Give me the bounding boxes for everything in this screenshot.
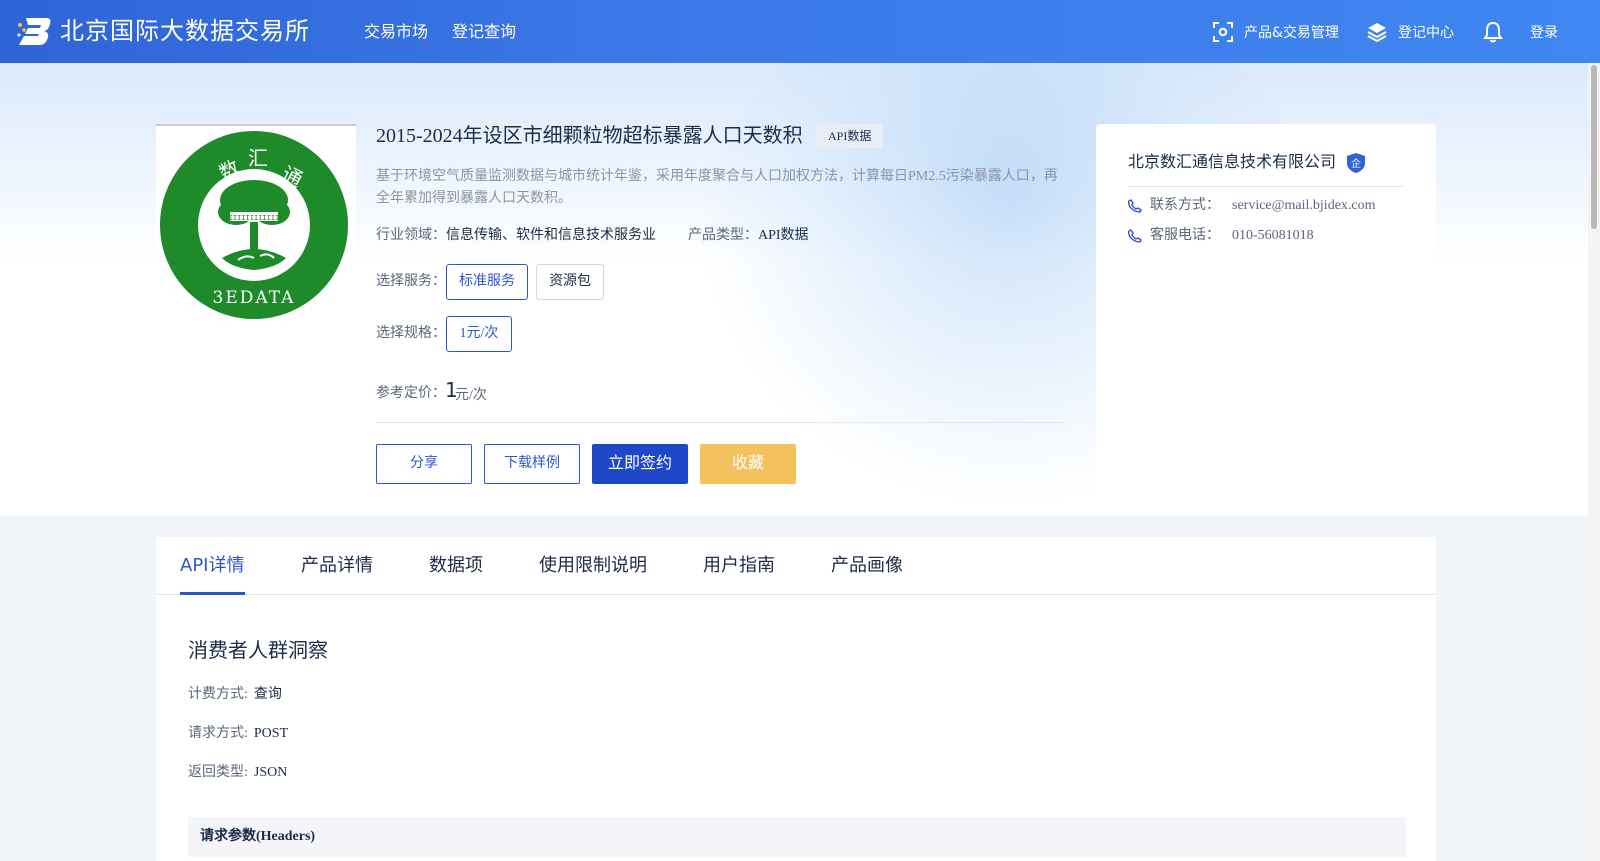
service-option-standard[interactable]: 标准服务 bbox=[446, 264, 528, 300]
seller-contact-row: 联系方式： service@mail.bjidex.com bbox=[1128, 196, 1376, 216]
tab-api-detail[interactable]: API详情 bbox=[180, 553, 244, 579]
product-logo-image: 数 汇 通 3EDATA IIIIIIIIIIII bbox=[156, 124, 356, 324]
detail-tabs: API详情 产品详情 数据项 使用限制说明 用户指南 产品画像 bbox=[156, 537, 1436, 595]
svg-text:汇: 汇 bbox=[248, 146, 268, 170]
price-label: 参考定价： bbox=[376, 386, 446, 401]
api-section-title: 消费者人群洞察 bbox=[188, 638, 328, 662]
price-unit: 元/次 bbox=[455, 388, 487, 403]
scan-frame-icon bbox=[1213, 22, 1233, 42]
return-type-label: 返回类型: bbox=[188, 765, 248, 780]
notification-button[interactable] bbox=[1482, 20, 1514, 44]
nav-registry-center-label: 登记中心 bbox=[1398, 25, 1454, 41]
industry-label: 行业领域： bbox=[376, 228, 446, 243]
tab-product-portrait[interactable]: 产品画像 bbox=[831, 553, 903, 579]
brand-name[interactable]: 北京国际大数据交易所 bbox=[60, 14, 310, 48]
spec-option-per-call[interactable]: 1元/次 bbox=[446, 316, 512, 352]
seller-phone-row: 客服电话： 010-56081018 bbox=[1128, 226, 1314, 246]
request-headers-section-header: 请求参数(Headers) bbox=[188, 817, 1406, 857]
service-select-label: 选择服务： bbox=[376, 274, 446, 289]
request-method-label: 请求方式: bbox=[188, 726, 248, 741]
nav-link-trading-market[interactable]: 交易市场 bbox=[364, 20, 428, 44]
tab-product-detail[interactable]: 产品详情 bbox=[301, 553, 373, 579]
spec-select-label: 选择规格： bbox=[376, 326, 446, 341]
layers-icon bbox=[1367, 23, 1387, 43]
detail-panel: API详情 产品详情 数据项 使用限制说明 用户指南 产品画像 消费者人群洞察 … bbox=[156, 537, 1436, 861]
seller-card: 北京数汇通信息技术有限公司 企 联系方式： service@mail.bjide… bbox=[1096, 124, 1436, 516]
billing-method-label: 计费方式: bbox=[188, 687, 248, 702]
login-link[interactable]: 登录 bbox=[1530, 20, 1558, 44]
seller-divider bbox=[1128, 186, 1404, 187]
phone-icon bbox=[1128, 199, 1142, 213]
tab-user-guide[interactable]: 用户指南 bbox=[703, 553, 775, 579]
hero-divider bbox=[376, 422, 1066, 423]
top-nav-bar: 北京国际大数据交易所 交易市场 登记查询 产品&交易管理 登记中心 登录 bbox=[0, 0, 1600, 63]
request-method-value: POST bbox=[253, 726, 289, 741]
favorite-button[interactable]: 收藏 bbox=[700, 444, 796, 484]
contact-label: 联系方式： bbox=[1150, 198, 1220, 213]
seller-name[interactable]: 北京数汇通信息技术有限公司 bbox=[1128, 150, 1336, 174]
sign-now-button[interactable]: 立即签约 bbox=[592, 444, 688, 484]
product-description: 基于环境空气质量监测数据与城市统计年鉴，采用年度聚合与人口加权方法，计算每日PM… bbox=[376, 169, 1058, 206]
industry-field: 行业领域：信息传输、软件和信息技术服务业 bbox=[376, 226, 656, 246]
svg-text:IIIIIIIIIIII: IIIIIIIIIIII bbox=[229, 214, 280, 222]
return-type-row: 返回类型: JSON bbox=[188, 763, 287, 783]
scrollbar-thumb[interactable] bbox=[1591, 65, 1597, 229]
share-button[interactable]: 分享 bbox=[376, 444, 472, 484]
page-scrollbar[interactable] bbox=[1588, 63, 1600, 861]
bell-icon bbox=[1483, 21, 1503, 43]
product-type-label: 产品类型： bbox=[688, 228, 758, 243]
nav-product-trade-management-label: 产品&交易管理 bbox=[1244, 25, 1339, 41]
phone-number[interactable]: 010-56081018 bbox=[1232, 226, 1314, 246]
return-type-value: JSON bbox=[253, 765, 288, 780]
billing-method-row: 计费方式: 查询 bbox=[188, 685, 282, 705]
billing-method-value: 查询 bbox=[253, 687, 282, 702]
nav-registry-center[interactable]: 登记中心 bbox=[1366, 20, 1454, 44]
sjt-seal-logo: 数 汇 通 3EDATA IIIIIIIIIIII bbox=[160, 131, 348, 319]
phone-icon bbox=[1128, 229, 1142, 243]
svg-text:3EDATA: 3EDATA bbox=[213, 288, 296, 308]
download-sample-button[interactable]: 下载样例 bbox=[484, 444, 580, 484]
nav-product-trade-management[interactable]: 产品&交易管理 bbox=[1212, 20, 1339, 44]
tab-usage-restrictions[interactable]: 使用限制说明 bbox=[539, 553, 647, 579]
product-title: 2015-2024年设区市细颗粒物超标暴露人口天数积 bbox=[376, 125, 803, 147]
industry-value: 信息传输、软件和信息技术服务业 bbox=[446, 228, 656, 243]
product-type-value: API数据 bbox=[758, 228, 809, 243]
bjidex-logo-icon[interactable] bbox=[16, 16, 52, 46]
tab-data-items[interactable]: 数据项 bbox=[429, 553, 483, 579]
active-tab-indicator bbox=[180, 592, 245, 595]
enterprise-verified-icon: 企 bbox=[1347, 153, 1365, 173]
contact-email[interactable]: service@mail.bjidex.com bbox=[1232, 196, 1376, 216]
nav-link-registry-query[interactable]: 登记查询 bbox=[452, 20, 516, 44]
request-method-row: 请求方式: POST bbox=[188, 724, 288, 744]
enterprise-badge-text: 企 bbox=[1351, 157, 1361, 170]
product-type-field: 产品类型：API数据 bbox=[688, 226, 809, 246]
service-option-resource-pack[interactable]: 资源包 bbox=[536, 264, 604, 300]
phone-label: 客服电话： bbox=[1150, 228, 1220, 243]
product-type-tag: API数据 bbox=[816, 124, 884, 148]
